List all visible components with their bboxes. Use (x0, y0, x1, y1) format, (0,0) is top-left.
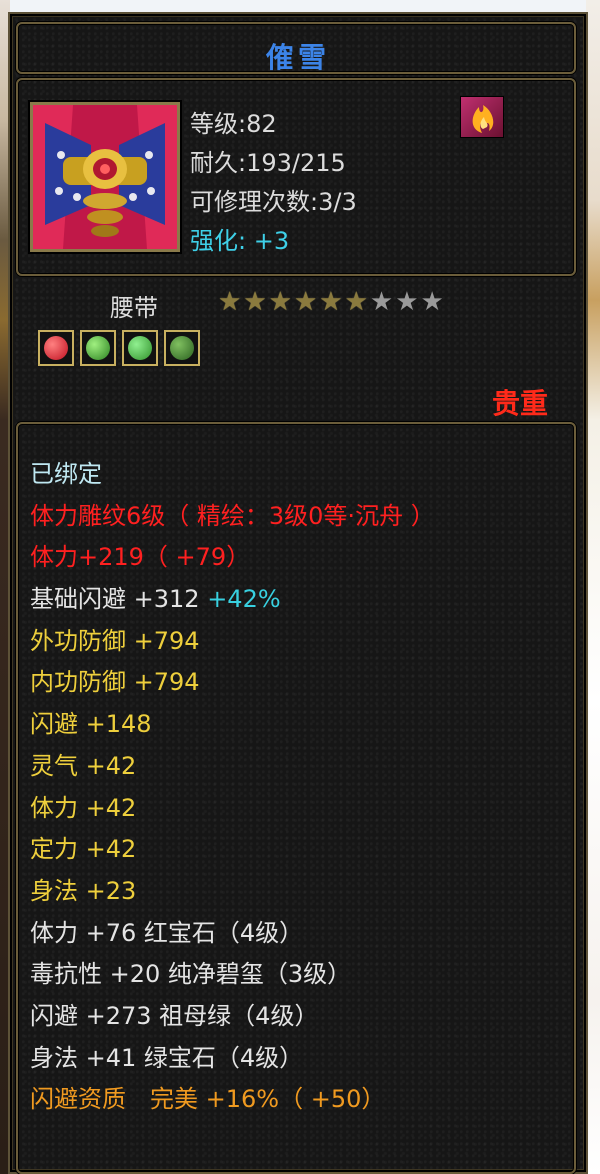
belt-icon (28, 100, 182, 254)
agility-line: 身法 +23 (30, 876, 137, 905)
dodge-base-percent: +42% (207, 585, 281, 614)
rarity-label: 贵重 (491, 387, 548, 420)
level-text: 等级:82 (190, 110, 277, 138)
star-icon: ★ (243, 287, 267, 317)
emerald-icon (128, 336, 152, 360)
item-name: 傕雪 (265, 41, 330, 74)
gem-bonus-ruby: 体力 +76 红宝石（4级） (30, 918, 304, 947)
star-rating: ★ ★ ★ ★ ★ ★ ★ ★ ★ (218, 288, 444, 316)
focus-line: 定力 +42 (30, 835, 137, 864)
star-icon: ★ (218, 287, 242, 317)
gem-slot-green-gem[interactable] (164, 330, 200, 366)
repair-count-text: 可修理次数:3/3 (190, 188, 357, 216)
stamina-base-line: 体力+219（ +79） (30, 543, 251, 572)
gem-slot-emerald[interactable] (122, 330, 158, 366)
window-top-edge (0, 0, 600, 12)
gem-slot-tourmaline[interactable] (80, 330, 116, 366)
star-icon: ★ (293, 287, 318, 317)
durability-text: 耐久:193/215 (190, 149, 346, 177)
dodge-base-text: 基础闪避 +312 (30, 585, 200, 614)
star-icon: ★ (344, 287, 368, 317)
dodge-base-line: 基础闪避 +312 +42% (30, 579, 570, 621)
dodge-aptitude-line: 闪避资质 完美 +16%（ +50） (30, 1085, 386, 1114)
gem-bonus-green-gem: 身法 +41 绿宝石（4级） (30, 1043, 304, 1072)
star-icon: ★ (268, 287, 292, 317)
gem-bonus-tourmaline: 毒抗性 +20 纯净碧玺（3级） (30, 960, 352, 989)
gem-bonus-emerald: 闪避 +273 祖母绿（4级） (30, 1001, 319, 1030)
external-defense-line: 外功防御 +794 (30, 626, 200, 655)
item-tooltip: 傕雪 等级:82 耐久:193/215 可修理次数:3/3 强化: +3 腰带 … (8, 12, 588, 1174)
engrave-line: 体力雕纹6级（ 精绘：3级0等·沉舟 ） (30, 501, 435, 530)
attribute-list: 已绑定 体力雕纹6级（ 精绘：3级0等·沉舟 ） 体力+219（ +79） 基础… (30, 454, 570, 1121)
gem-slot-ruby[interactable] (38, 330, 74, 366)
gem-slots (38, 330, 200, 366)
tourmaline-icon (86, 336, 110, 360)
bound-status: 已绑定 (30, 460, 102, 488)
dodge-line: 闪避 +148 (30, 710, 152, 739)
game-background-right (586, 0, 600, 1174)
flame-icon (460, 96, 504, 138)
spirit-line: 灵气 +42 (30, 751, 137, 780)
enhance-text: 强化: +3 (190, 227, 290, 255)
ruby-icon (44, 336, 68, 360)
star-icon: ★ (395, 287, 419, 317)
star-icon: ★ (319, 287, 343, 317)
internal-defense-line: 内功防御 +794 (30, 668, 200, 697)
item-type: 腰带 (110, 294, 158, 322)
stamina-line: 体力 +42 (30, 793, 137, 822)
star-icon: ★ (369, 287, 394, 317)
star-icon: ★ (420, 287, 444, 317)
green-gem-icon (170, 336, 194, 360)
